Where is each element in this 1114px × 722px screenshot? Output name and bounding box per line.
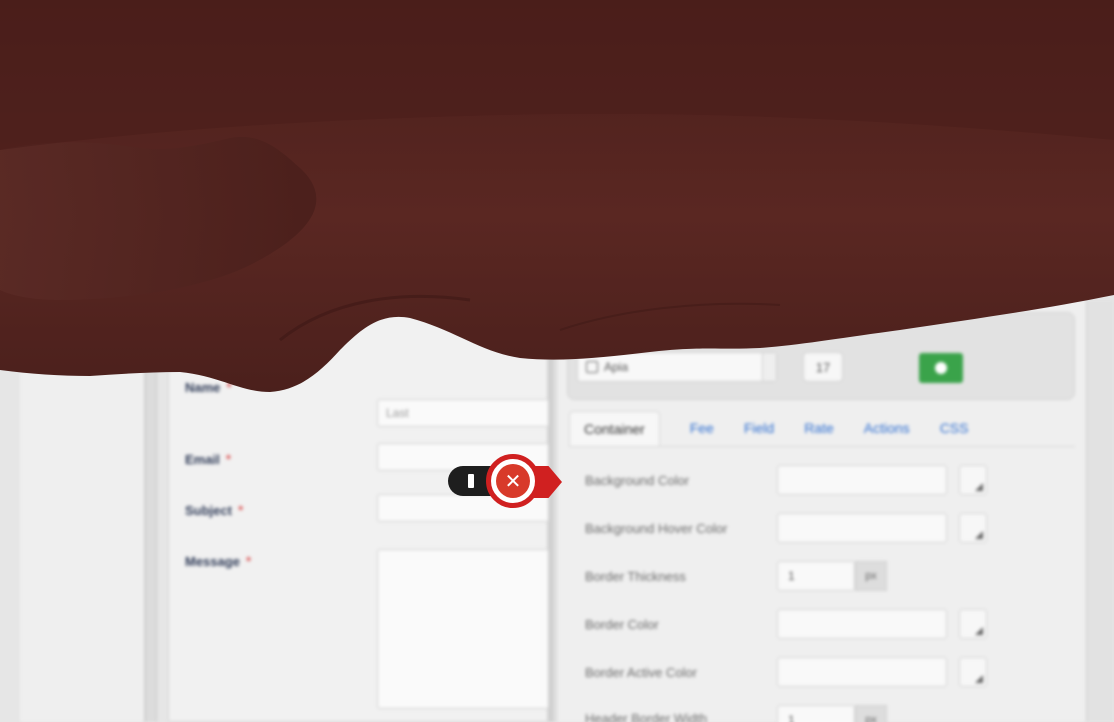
input-placeholder: Last xyxy=(386,406,409,420)
panel-scrollbar[interactable] xyxy=(1086,300,1114,722)
form-preview: Name * Last Email * Subject * Message * xyxy=(168,180,552,722)
close-button[interactable]: ✕ xyxy=(486,454,540,508)
color-picker-icon[interactable] xyxy=(959,609,987,639)
field-row-email: Email * xyxy=(185,451,231,467)
unit-label: px xyxy=(855,561,887,591)
font-value: Apia xyxy=(604,360,629,374)
color-picker-icon[interactable] xyxy=(959,513,987,543)
color-picker-icon[interactable] xyxy=(959,465,987,495)
field-label: Email xyxy=(185,451,220,467)
tab-label: Desi xyxy=(155,156,182,171)
header-border-width-input[interactable]: 1 xyxy=(777,705,855,722)
edit-icon xyxy=(135,157,148,170)
properties-list: Background Color Background Hover Color … xyxy=(569,446,1075,722)
tab-rate[interactable]: Rate xyxy=(804,420,834,436)
property-label: Header Border Width xyxy=(585,711,708,722)
resize-handle[interactable] xyxy=(145,180,157,722)
property-label: Border Thickness xyxy=(585,569,686,584)
color-picker-icon[interactable] xyxy=(959,657,987,687)
field-label: Name xyxy=(185,379,221,395)
tab-actions[interactable]: Actions xyxy=(864,420,910,436)
property-label: Background Hover Color xyxy=(585,521,728,536)
tab-fee[interactable]: Fee xyxy=(690,420,714,436)
font-icon xyxy=(586,361,598,373)
unit-label: px xyxy=(855,705,887,722)
form-builder-page: Related Desi Form Ten Name * Last Email … xyxy=(0,0,1114,722)
close-icon: ✕ xyxy=(496,464,530,498)
toolbar-button-label: 17 xyxy=(815,359,831,375)
toolbar-button[interactable]: 17 xyxy=(803,352,843,382)
font-select[interactable]: Apia xyxy=(577,352,777,382)
field-row-name: Name * xyxy=(185,379,232,395)
property-label: Background Color xyxy=(585,473,690,488)
property-label: Border Active Color xyxy=(585,665,697,680)
user-icon xyxy=(35,157,47,170)
top-tabs: Related Desi xyxy=(20,146,197,180)
tab-container[interactable]: Container xyxy=(569,410,660,446)
panel-divider[interactable] xyxy=(548,300,554,722)
border-color-input[interactable] xyxy=(777,609,947,639)
panel-tabs: Container Fee Field Rate Actions CSS xyxy=(569,410,968,446)
field-row-subject: Subject * xyxy=(185,502,243,518)
required-marker: * xyxy=(225,451,232,467)
tab-design[interactable]: Desi xyxy=(120,146,197,180)
required-marker: * xyxy=(245,553,252,569)
tab-related[interactable]: Related xyxy=(20,146,115,180)
message-textarea[interactable] xyxy=(377,549,552,709)
property-label: Border Color xyxy=(585,617,659,632)
field-label: Message xyxy=(185,553,240,569)
background-color-input[interactable] xyxy=(777,465,947,495)
handle-icon xyxy=(468,474,474,488)
name-input[interactable]: Last xyxy=(377,399,552,427)
background-hover-color-input[interactable] xyxy=(777,513,947,543)
add-button[interactable] xyxy=(919,353,963,383)
input-value: 1 xyxy=(788,569,795,583)
field-row-message: Message * xyxy=(185,553,251,569)
left-rail: Form Ten xyxy=(20,180,145,722)
tab-field[interactable]: Field xyxy=(744,420,774,436)
add-icon xyxy=(935,362,947,374)
spinner-icon[interactable] xyxy=(762,353,776,381)
required-marker: * xyxy=(226,379,232,395)
rail-title: Form Ten xyxy=(34,214,93,230)
tab-css[interactable]: CSS xyxy=(940,420,969,436)
required-marker: * xyxy=(237,502,244,518)
tab-label: Related xyxy=(55,156,100,171)
border-active-color-input[interactable] xyxy=(777,657,947,687)
field-label: Subject xyxy=(185,502,232,518)
border-thickness-input[interactable]: 1 xyxy=(777,561,855,591)
input-value: 1 xyxy=(788,713,795,722)
settings-panel: Apia 17 Container Fee Field Rate Actions… xyxy=(556,300,1086,722)
